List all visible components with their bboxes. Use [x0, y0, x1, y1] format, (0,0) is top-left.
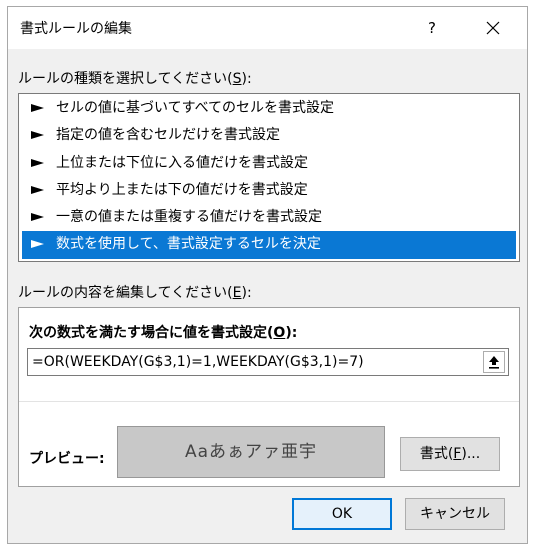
- rule-type-item-label: 指定の値を含むセルだけを書式設定: [56, 127, 280, 144]
- edit-format-rule-dialog: 書式ルールの編集 ? ルールの種類を選択してください(S): セルの値に基づいて…: [7, 6, 528, 544]
- close-button[interactable]: [470, 9, 516, 47]
- rule-type-item-cell-values[interactable]: セルの値に基づいてすべてのセルを書式設定: [22, 95, 516, 122]
- pointer-arrow-icon: [31, 185, 44, 194]
- dialog-title: 書式ルールの編集: [20, 21, 132, 37]
- rule-type-item-formula[interactable]: 数式を使用して、書式設定するセルを決定: [22, 231, 516, 259]
- pointer-arrow-icon: [31, 213, 44, 222]
- rule-type-item-unique-duplicate[interactable]: 一意の値または重複する値だけを書式設定: [22, 204, 516, 231]
- rule-content-label: ルールの内容を編集してください(E):: [18, 285, 252, 301]
- rule-type-item-contains[interactable]: 指定の値を含むセルだけを書式設定: [22, 122, 516, 149]
- rule-type-item-label: セルの値に基づいてすべてのセルを書式設定: [56, 100, 335, 116]
- cancel-button[interactable]: キャンセル: [405, 498, 505, 530]
- rule-type-item-average[interactable]: 平均より上または下の値だけを書式設定: [22, 177, 516, 204]
- pointer-arrow-icon: [31, 158, 44, 167]
- collapse-dialog-button[interactable]: [483, 351, 505, 373]
- format-button[interactable]: 書式(F)...: [400, 437, 500, 471]
- rule-type-item-top-bottom[interactable]: 上位または下位に入る値だけを書式設定: [22, 150, 516, 177]
- formula-field: [27, 348, 509, 376]
- help-button[interactable]: ?: [412, 9, 452, 47]
- format-preview: Aaあぁアァ亜宇: [117, 426, 385, 478]
- rule-content-panel: 次の数式を満たす場合に値を書式設定(O): プレビュー: Aaあぁアァ亜宇 書式…: [18, 307, 520, 487]
- ok-button[interactable]: OK: [292, 498, 392, 530]
- title-bar: 書式ルールの編集 ?: [8, 7, 527, 49]
- close-icon: [486, 21, 500, 35]
- range-select-icon: [489, 356, 499, 369]
- rule-type-item-label: 一意の値または重複する値だけを書式設定: [56, 209, 322, 226]
- formula-input[interactable]: [28, 349, 476, 375]
- rule-type-item-label: 上位または下位に入る値だけを書式設定: [56, 154, 308, 171]
- pointer-arrow-icon: [31, 240, 44, 249]
- rule-type-list[interactable]: セルの値に基づいてすべてのセルを書式設定 指定の値を含むセルだけを書式設定 上位…: [18, 93, 520, 262]
- pointer-arrow-icon: [31, 104, 44, 112]
- pointer-arrow-icon: [31, 131, 44, 140]
- preview-label: プレビュー:: [29, 451, 105, 467]
- rule-type-item-label: 平均より上または下の値だけを書式設定: [56, 181, 308, 198]
- rule-type-item-label: 数式を使用して、書式設定するセルを決定: [56, 236, 321, 253]
- panel-divider: [19, 401, 519, 402]
- rule-type-label: ルールの種類を選択してください(S):: [18, 71, 252, 87]
- formula-label: 次の数式を満たす場合に値を書式設定(O):: [29, 325, 298, 341]
